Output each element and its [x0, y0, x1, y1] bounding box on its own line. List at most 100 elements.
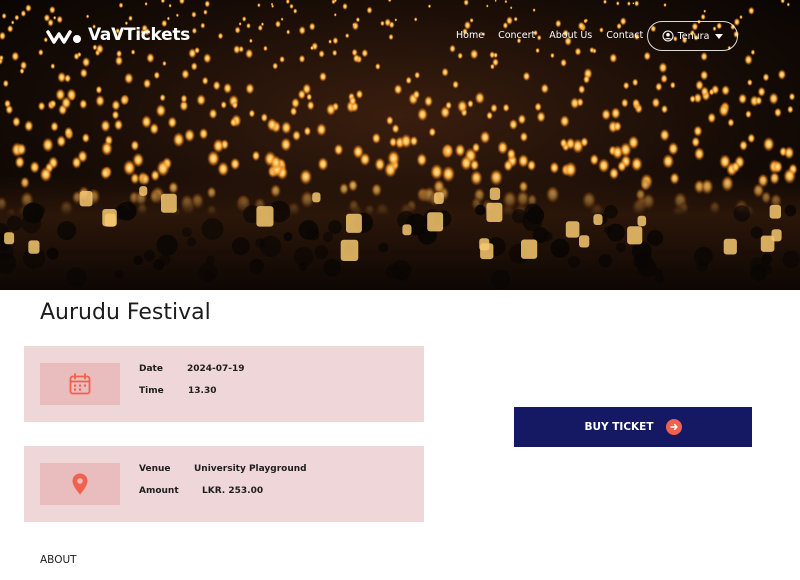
lantern [727, 118, 735, 127]
time-label: Time [139, 386, 164, 396]
lantern [424, 95, 433, 108]
lantern [263, 45, 268, 52]
lantern [589, 153, 599, 166]
held-lantern [479, 238, 490, 251]
crowd-silhouette [314, 245, 329, 260]
lantern [217, 161, 230, 177]
lantern [12, 116, 21, 128]
crowd-silhouette [159, 254, 171, 266]
lantern [172, 132, 185, 148]
held-lantern [579, 235, 590, 248]
lantern [412, 89, 421, 100]
lantern [245, 48, 254, 59]
lantern [746, 78, 753, 87]
crowd-silhouette [46, 247, 59, 260]
lantern [747, 133, 756, 144]
lantern [113, 119, 124, 131]
lantern [632, 78, 639, 87]
lantern [345, 33, 350, 39]
lantern [486, 111, 493, 120]
lantern [42, 137, 54, 153]
lantern [574, 47, 582, 56]
lantern [617, 160, 627, 173]
user-menu-button[interactable]: Tenura [647, 21, 738, 51]
lantern [166, 16, 170, 21]
lantern [627, 135, 640, 150]
lantern [513, 16, 518, 22]
lantern [777, 69, 787, 80]
lantern [167, 116, 178, 129]
lantern [731, 161, 741, 173]
user-name: Tenura [677, 30, 710, 42]
crowd-silhouette [182, 227, 192, 238]
lantern [536, 111, 546, 123]
held-lantern [565, 221, 580, 238]
lantern [257, 2, 261, 8]
lantern [245, 82, 255, 95]
lantern [658, 61, 668, 74]
lantern [394, 18, 398, 22]
lantern [1, 12, 7, 20]
lantern [130, 49, 136, 55]
lantern [196, 94, 206, 106]
lantern [25, 4, 32, 13]
lantern [130, 139, 140, 152]
lantern [325, 103, 336, 116]
crowd-silhouette [198, 262, 218, 282]
crowd-silhouette [694, 246, 713, 266]
amount-value: LKR. 253.00 [202, 486, 264, 496]
lantern [467, 99, 474, 109]
calendar-icon-box [40, 363, 120, 405]
lantern [632, 98, 640, 109]
brand-logo[interactable]: VaVTickets [46, 22, 190, 48]
lantern [700, 86, 709, 97]
lantern [589, 46, 595, 54]
lantern [535, 47, 540, 54]
lantern [293, 8, 298, 14]
crowd-silhouette [604, 226, 613, 235]
lantern [703, 9, 707, 13]
lantern [508, 118, 518, 131]
held-lantern [139, 186, 148, 196]
lantern [441, 67, 449, 77]
lantern [549, 161, 560, 174]
lantern [739, 14, 743, 20]
lantern [748, 6, 755, 15]
lantern [162, 60, 167, 67]
lantern [522, 71, 531, 82]
venue-label: Venue [139, 464, 171, 474]
lantern [128, 15, 133, 22]
lantern [306, 100, 315, 111]
lantern [272, 62, 279, 70]
logo-mark-icon [46, 30, 81, 44]
lantern [95, 85, 103, 95]
lantern [560, 58, 567, 68]
lantern [509, 6, 513, 10]
lantern [550, 52, 555, 59]
location-pin-icon [72, 473, 88, 495]
crowd-silhouette [298, 262, 308, 272]
nav-link-about-us[interactable]: About Us [549, 30, 592, 41]
arrow-right-icon [665, 419, 682, 435]
crowd-silhouette [749, 257, 767, 274]
lantern [156, 160, 170, 177]
about-heading: ABOUT [40, 554, 77, 566]
lantern [61, 96, 72, 110]
lantern [260, 112, 268, 123]
nav-link-home[interactable]: Home [456, 30, 484, 41]
lantern [486, 4, 489, 8]
lantern [14, 155, 25, 169]
lantern [355, 17, 361, 23]
lantern [19, 67, 25, 75]
buy-ticket-button[interactable]: BUY TICKET [514, 407, 752, 447]
nav-link-contact[interactable]: Contact [606, 30, 643, 41]
lantern [175, 13, 179, 18]
lantern [540, 83, 549, 94]
lantern [375, 62, 381, 71]
lantern [208, 108, 218, 120]
lantern [601, 108, 611, 121]
nav-link-concert[interactable]: Concert [498, 30, 535, 41]
lantern [738, 93, 748, 105]
lantern [238, 45, 244, 53]
lantern [191, 27, 198, 35]
